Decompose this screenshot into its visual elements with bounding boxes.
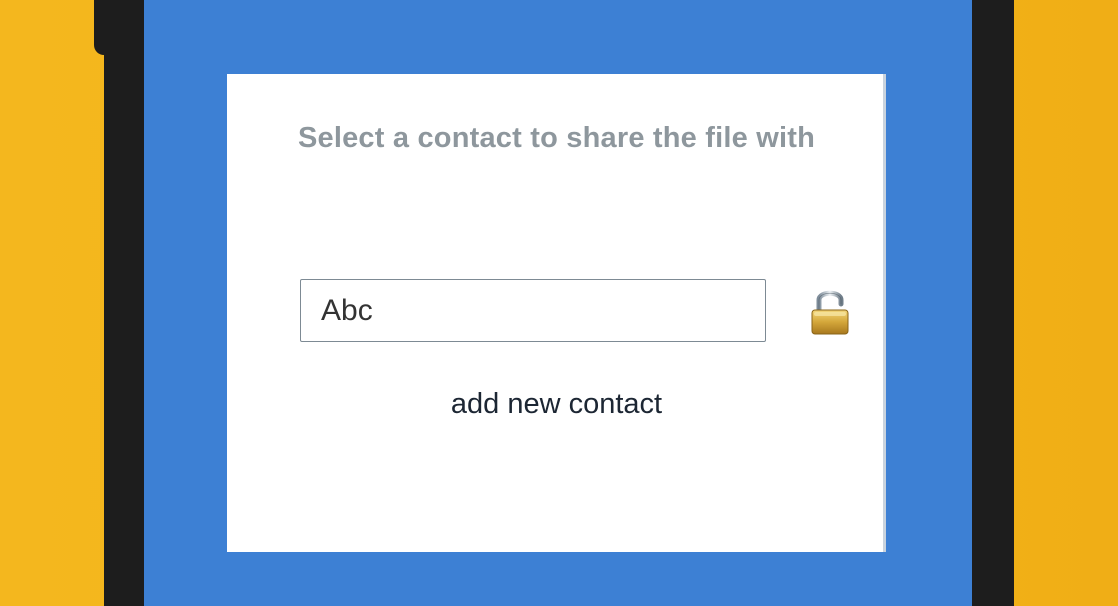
dialog-title: Select a contact to share the file with (297, 122, 816, 154)
add-new-contact-link[interactable]: add new contact (227, 388, 886, 421)
contact-search-input[interactable] (300, 279, 766, 342)
share-contact-dialog: Select a contact to share the file with … (227, 74, 886, 552)
open-padlock-icon[interactable] (810, 287, 850, 337)
